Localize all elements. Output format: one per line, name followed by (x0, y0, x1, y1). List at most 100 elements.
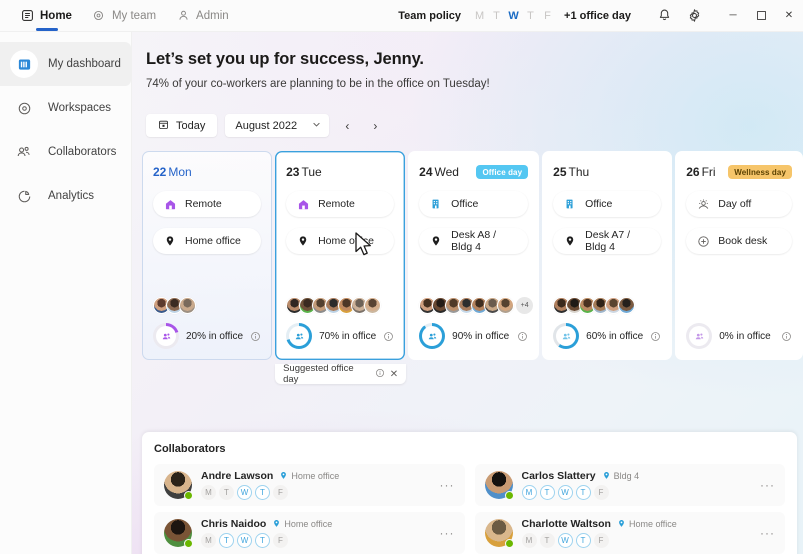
next-period-button[interactable]: › (365, 115, 385, 137)
day-card-mon-place-pill[interactable]: Home office (153, 228, 262, 254)
info-icon[interactable] (375, 368, 385, 381)
info-icon[interactable] (383, 331, 394, 342)
today-button[interactable]: Today (146, 114, 218, 137)
day-card-thu-mode-pill[interactable]: Office (553, 191, 662, 217)
month-select[interactable]: August 2022 (225, 114, 330, 137)
close-icon[interactable]: ✕ (390, 369, 398, 380)
collab-day-w[interactable]: W (237, 533, 252, 548)
collab-day-m[interactable]: M (201, 485, 216, 500)
sidebar-item-my-dashboard[interactable]: My dashboard (0, 42, 131, 86)
collab-day-f[interactable]: F (593, 533, 609, 548)
notification-bell-icon[interactable] (649, 2, 679, 30)
plus-circle-icon (696, 234, 710, 248)
collab-day-t2[interactable]: T (255, 533, 270, 548)
occupancy-donut (286, 323, 313, 349)
day-card-tue-mode-pill[interactable]: Remote (286, 191, 395, 217)
pin-icon (163, 234, 177, 248)
hero-subtitle: 74% of your co-workers are planning to b… (146, 78, 490, 90)
minimize-button[interactable]: ─ (719, 0, 747, 32)
info-icon[interactable] (250, 331, 261, 342)
maximize-button[interactable] (747, 0, 775, 32)
collab-day-t1[interactable]: T (539, 485, 555, 500)
collaborator-headline: Andre Lawson Home office (201, 470, 425, 482)
policy-day-m: M (474, 9, 485, 22)
overflow-menu-icon[interactable]: ··· (754, 478, 775, 492)
day-card-tue-mode-label: Remote (318, 198, 355, 210)
tab-my-team[interactable]: My team (84, 2, 166, 30)
policy-day-t2: T (527, 9, 534, 22)
day-card-tue-date: 23 Tue (286, 165, 322, 179)
collaborator-row-andre-lawson[interactable]: Andre Lawson Home office M T W T F ··· (154, 464, 465, 506)
people-icon (689, 326, 710, 346)
avatar-overflow-count: +4 (516, 296, 534, 314)
collaborator-body: Charlotte Waltson Home office M T W T F (521, 518, 746, 548)
tab-home[interactable]: Home (12, 2, 82, 31)
collaborator-location-label: Bldg 4 (613, 471, 640, 481)
info-icon[interactable] (781, 331, 792, 342)
collaborator-body: Andre Lawson Home office M T W T F (201, 470, 425, 500)
day-card-wed-mode-pill[interactable]: Office (419, 191, 529, 217)
day-card-wed-avatars: +4 (419, 296, 534, 314)
day-card-wed-dow: Wed (434, 165, 459, 179)
team-policy-widget[interactable]: Team policy M T W T F +1 office day (394, 1, 635, 30)
occupancy-donut (153, 323, 179, 349)
overflow-menu-icon[interactable]: ··· (434, 526, 455, 540)
collab-day-w[interactable]: W (237, 485, 252, 500)
collab-day-w[interactable]: W (557, 533, 573, 548)
day-card-tue-place-pill[interactable]: Home office (286, 228, 395, 254)
collab-day-t1[interactable]: T (219, 485, 234, 500)
tab-admin[interactable]: Admin (168, 2, 239, 30)
day-card-thu[interactable]: 25 Thu Office Desk A7 / Bldg 4 60% in of… (542, 151, 673, 360)
day-card-fri-mode-pill[interactable]: Day off (686, 191, 792, 217)
collab-day-m[interactable]: M (521, 485, 537, 500)
overflow-menu-icon[interactable]: ··· (434, 478, 455, 492)
day-card-fri-occupancy-label: 0% in office (719, 330, 771, 342)
sidebar-item-workspaces[interactable]: Workspaces (0, 86, 131, 130)
collab-day-t2[interactable]: T (575, 533, 591, 548)
collaborator-week-days: M T W T F (201, 485, 425, 500)
day-card-fri[interactable]: 26 Fri Wellness day Day off Book desk 0%… (675, 151, 803, 360)
day-card-fri-mode-label: Day off (718, 198, 752, 210)
collab-day-f[interactable]: F (593, 485, 609, 500)
collaborator-row-chris-naidoo[interactable]: Chris Naidoo Home office M T W T F ··· (154, 512, 465, 554)
day-card-tue[interactable]: 23 Tue Remote Home office 70% in office … (275, 151, 407, 385)
tab-admin-label: Admin (196, 9, 229, 22)
sidebar-item-collaborators[interactable]: Collaborators (0, 130, 131, 174)
sidebar-item-analytics[interactable]: Analytics (0, 174, 131, 218)
collab-day-w[interactable]: W (557, 485, 573, 500)
day-card-thu-place-pill[interactable]: Desk A7 / Bldg 4 (553, 228, 662, 254)
people-icon (156, 326, 176, 346)
collab-day-m[interactable]: M (201, 533, 216, 548)
collaborator-week-days: M T W T F (201, 533, 425, 548)
day-card-mon[interactable]: 22 Mon Remote Home office 20% in office (142, 151, 273, 360)
settings-gear-icon[interactable] (679, 2, 709, 30)
collab-day-f[interactable]: F (273, 485, 288, 500)
collab-day-t1[interactable]: T (219, 533, 234, 548)
day-card-fri-book-desk-pill[interactable]: Book desk (686, 228, 792, 254)
prev-period-button[interactable]: ‹ (337, 115, 357, 137)
collab-day-t2[interactable]: T (255, 485, 270, 500)
day-card-mon-mode-pill[interactable]: Remote (153, 191, 262, 217)
avatar (497, 296, 515, 314)
calendar-icon (158, 119, 169, 133)
info-icon[interactable] (517, 331, 528, 342)
collaborator-name: Carlos Slattery (521, 470, 596, 482)
main-content: Let’s set you up for success, Jenny. 74%… (132, 32, 803, 554)
avatar (164, 519, 193, 548)
collab-day-f[interactable]: F (273, 533, 288, 548)
collaborator-row-charlotte-waltson[interactable]: Charlotte Waltson Home office M T W T F … (474, 512, 785, 554)
day-card-wed-place-pill[interactable]: Desk A8 / Bldg 4 (419, 228, 529, 254)
day-card-wed[interactable]: 24 Wed Office day Office Desk A8 / Bldg 4 (408, 151, 540, 360)
overflow-menu-icon[interactable]: ··· (754, 526, 775, 540)
avatar (164, 471, 193, 500)
collab-day-t1[interactable]: T (539, 533, 555, 548)
day-card-wed-occupancy: 90% in office (419, 323, 528, 349)
info-icon[interactable] (650, 331, 661, 342)
day-card-mon-dow: Mon (168, 165, 192, 179)
collaborator-location: Home office (279, 471, 339, 482)
sidebar: My dashboard Workspaces Collaborators An… (0, 32, 132, 554)
collab-day-m[interactable]: M (521, 533, 537, 548)
collab-day-t2[interactable]: T (575, 485, 591, 500)
close-button[interactable]: ✕ (775, 0, 803, 32)
collaborator-row-carlos-slattery[interactable]: Carlos Slattery Bldg 4 M T W T F ··· (474, 464, 785, 506)
